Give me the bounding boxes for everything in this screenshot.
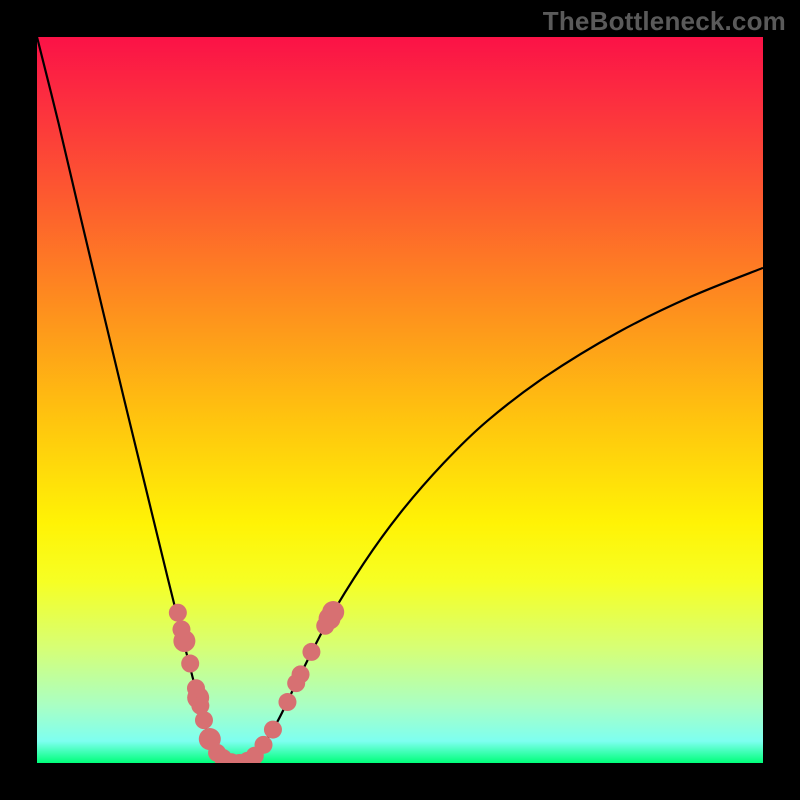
marker-dot bbox=[181, 655, 199, 673]
plot-area bbox=[37, 37, 763, 763]
marker-dot bbox=[302, 643, 320, 661]
marker-dot bbox=[278, 693, 296, 711]
marker-dot bbox=[255, 736, 273, 754]
marker-dot bbox=[264, 721, 282, 739]
marker-dot bbox=[173, 630, 195, 652]
watermark-text: TheBottleneck.com bbox=[543, 6, 786, 37]
marker-dot bbox=[169, 604, 187, 622]
curve-path bbox=[37, 37, 763, 763]
chart-svg bbox=[37, 37, 763, 763]
marker-dot bbox=[322, 601, 344, 623]
marker-dot bbox=[195, 711, 213, 729]
chart-frame: TheBottleneck.com bbox=[0, 0, 800, 800]
marker-dot bbox=[292, 665, 310, 683]
marker-group bbox=[169, 601, 344, 763]
